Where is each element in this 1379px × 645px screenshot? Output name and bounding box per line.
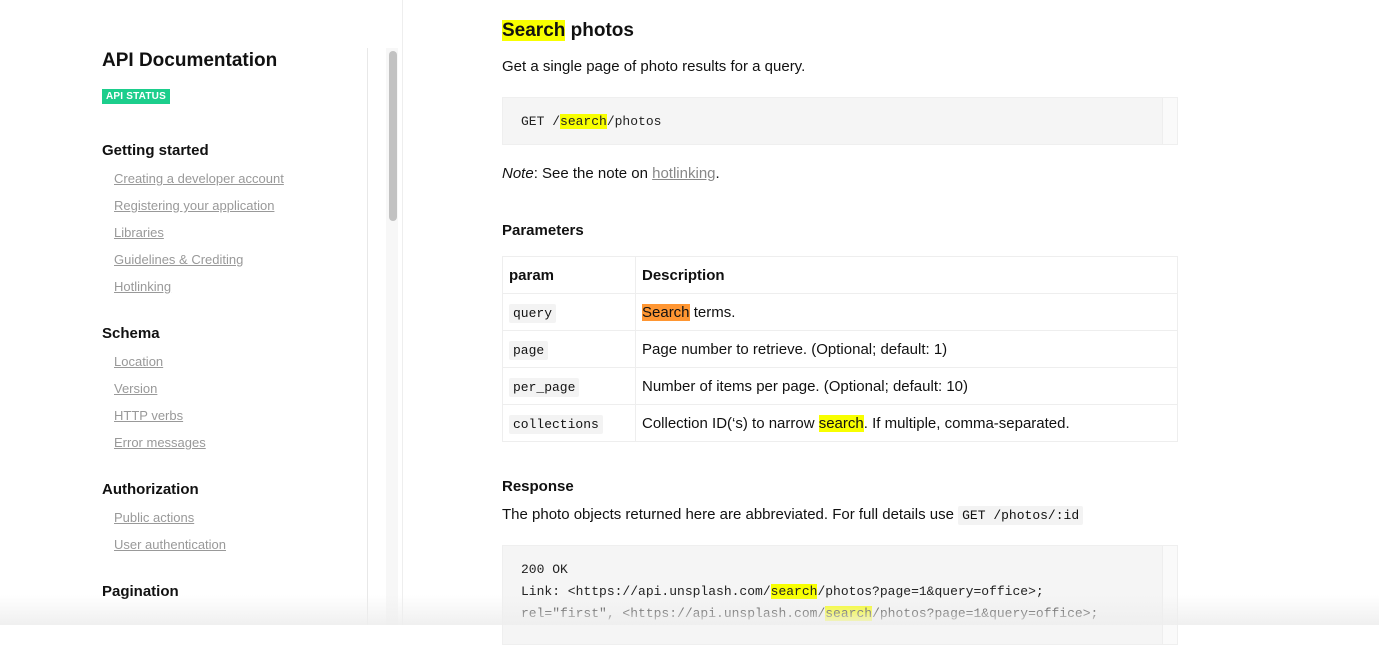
nav-link-libraries[interactable]: Libraries <box>114 222 362 249</box>
search-highlight: search <box>825 606 873 621</box>
search-highlight: search <box>560 114 607 129</box>
sidebar: API Documentation API STATUS Getting sta… <box>0 0 403 625</box>
table-row: per_page Number of items per page. (Opti… <box>502 367 1178 405</box>
nav-link-version[interactable]: Version <box>114 378 362 405</box>
description-text: . If multiple, comma-separated. <box>863 414 1070 432</box>
search-highlight: search <box>770 584 818 599</box>
table-row: collections Collection ID(‘s) to narrow … <box>502 404 1178 442</box>
intro-text: Get a single page of photo results for a… <box>502 58 806 75</box>
code-text: Link: <https://api.unsplash.com/ <box>521 584 771 599</box>
code-text: /photos?page=1&query=office>; <box>872 606 1099 621</box>
search-highlight: search <box>818 414 864 432</box>
nav-link-guidelines-crediting[interactable]: Guidelines & Crediting <box>114 249 362 276</box>
endpoint-line: GET /search/photos <box>521 111 1159 133</box>
nav-link-hotlinking[interactable]: Hotlinking <box>114 276 362 303</box>
code-scrollbar[interactable] <box>1162 98 1177 144</box>
code-scrollbar[interactable] <box>1162 546 1177 644</box>
description-text: Page number to retrieve. (Optional; defa… <box>642 340 948 358</box>
api-status-badge[interactable]: API STATUS <box>102 89 170 104</box>
param-code: per_page <box>509 377 580 397</box>
search-highlight-active: Search <box>642 303 690 321</box>
nav-section-pagination: Pagination <box>102 583 362 609</box>
nav-section-schema: Schema Location Version HTTP verbs Error… <box>102 325 362 459</box>
response-status-line: 200 OK <box>521 562 568 577</box>
table-header-row: param Description <box>502 256 1178 294</box>
param-cell: collections <box>502 404 636 442</box>
table-row: query Search terms. <box>502 293 1178 331</box>
code-text: rel="first", <https://api.unsplash.com/ <box>521 606 826 621</box>
description-cell: Page number to retrieve. (Optional; defa… <box>635 330 1178 368</box>
note-label: Note <box>502 165 534 182</box>
nav-link-creating-developer-account[interactable]: Creating a developer account <box>114 168 362 195</box>
page-title-rest: photos <box>565 20 634 41</box>
nav-heading[interactable]: Schema <box>102 325 362 343</box>
param-cell: per_page <box>502 367 636 405</box>
hotlinking-link[interactable]: hotlinking <box>652 165 715 182</box>
search-highlight: Search <box>502 20 566 41</box>
nav-link-location[interactable]: Location <box>114 351 362 378</box>
nav-link-public-actions[interactable]: Public actions <box>114 507 362 534</box>
nav-link-user-authentication[interactable]: User authentication <box>114 534 362 561</box>
param-cell: page <box>502 330 636 368</box>
param-code: query <box>509 303 557 323</box>
description-cell: Number of items per page. (Optional; def… <box>635 367 1178 405</box>
param-cell: query <box>502 293 636 331</box>
response-code-block: 200 OK Link: <https://api.unsplash.com/s… <box>502 545 1178 645</box>
nav-heading[interactable]: Authorization <box>102 481 362 499</box>
note-end: . <box>715 165 720 182</box>
description-cell: Collection ID(‘s) to narrow search. If m… <box>635 404 1178 442</box>
table-row: page Page number to retrieve. (Optional;… <box>502 330 1178 368</box>
nav-section-getting-started: Getting started Creating a developer acc… <box>102 142 362 303</box>
nav-heading[interactable]: Pagination <box>102 583 362 601</box>
param-code: page <box>509 340 549 360</box>
description-cell: Search terms. <box>635 293 1178 331</box>
endpoint-path: /photos <box>606 114 662 129</box>
nav-link-error-messages[interactable]: Error messages <box>114 432 362 459</box>
sidebar-divider <box>367 48 368 625</box>
nav-link-registering-application[interactable]: Registering your application <box>114 195 362 222</box>
note-text: Note: See the note on hotlinking. <box>502 165 720 182</box>
param-code: collections <box>509 414 603 434</box>
description-text: Number of items per page. (Optional; def… <box>642 377 969 395</box>
nav-heading[interactable]: Getting started <box>102 142 362 160</box>
response-link-line: Link: <https://api.unsplash.com/search/p… <box>521 581 1159 603</box>
page-title: Search photos <box>502 20 634 42</box>
sidebar-title: API Documentation <box>102 50 278 71</box>
nav-link-http-verbs[interactable]: HTTP verbs <box>114 405 362 432</box>
endpoint-code-block: GET /search/photos <box>502 97 1178 145</box>
sidebar-scrollbar-thumb[interactable] <box>389 51 397 221</box>
note-body: : See the note on <box>533 165 653 182</box>
description-text: Collection ID(‘s) to narrow <box>642 414 819 432</box>
response-inline-code: GET /photos/:id <box>958 506 1084 525</box>
parameters-heading: Parameters <box>502 222 584 239</box>
description-text: terms. <box>689 303 736 321</box>
table-header-param: param <box>502 256 636 294</box>
response-text: The photo objects returned here are abbr… <box>502 506 1084 525</box>
response-heading: Response <box>502 478 574 495</box>
nav-section-authorization: Authorization Public actions User authen… <box>102 481 362 561</box>
endpoint-method: GET / <box>521 114 561 129</box>
code-text: /photos?page=1&query=office>; <box>817 584 1044 599</box>
response-description: The photo objects returned here are abbr… <box>502 506 959 523</box>
response-link-line: rel="first", <https://api.unsplash.com/s… <box>521 603 1159 625</box>
parameters-table: param Description query Search terms. pa… <box>502 256 1178 442</box>
table-header-description: Description <box>635 256 1178 294</box>
